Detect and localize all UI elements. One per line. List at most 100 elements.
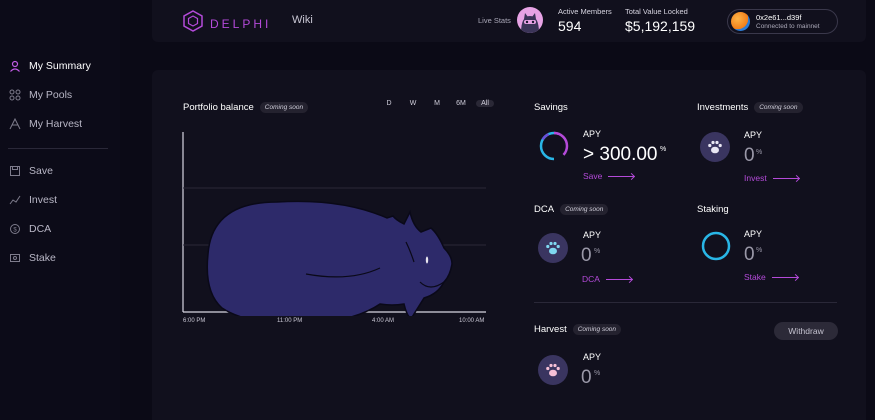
harvest-apy-value: 0 [581, 367, 592, 388]
main-panel: Portfolio balance Coming soon D W M 6M A… [152, 70, 866, 420]
sidebar-divider [8, 148, 108, 149]
dca-icon: $ [8, 222, 22, 236]
staking-apy-value: 0 [744, 244, 755, 265]
portfolio-title: Portfolio balance Coming soon [183, 102, 309, 113]
wallet-network: Connected to mainnet [756, 22, 820, 30]
delphi-logo[interactable]: DELPHI [182, 10, 271, 37]
sleeping-cat-illustration [206, 200, 453, 325]
harvest-title: Harvest Coming soon [534, 324, 622, 335]
avatar[interactable] [517, 7, 543, 33]
active-members-stat: Active Members 594 [558, 7, 612, 34]
sidebar-item-label: My Harvest [29, 118, 83, 130]
coming-soon-badge: Coming soon [572, 324, 622, 335]
arrow-right-icon [608, 175, 635, 177]
arrow-right-icon [605, 278, 632, 280]
dca-apy-value: 0 [581, 245, 592, 266]
live-stats-label: Live Stats [478, 16, 511, 25]
staking-title: Staking [697, 204, 729, 215]
sidebar-item-save[interactable]: Save [8, 161, 53, 181]
investments-apy-value: 0 [744, 145, 755, 166]
top-header: DELPHI Wiki Live Stats Active Members 59… [152, 0, 866, 42]
wiki-link[interactable]: Wiki [292, 14, 313, 26]
dca-button[interactable]: DCA [582, 274, 632, 284]
timeframe-all[interactable]: All [476, 100, 494, 107]
savings-title-text: Savings [534, 102, 568, 113]
coming-soon-badge: Coming soon [259, 102, 309, 113]
tvl-stat: Total Value Locked $5,192,159 [625, 7, 695, 34]
sidebar: My Summary My Pools My Harvest Save Inve… [0, 0, 120, 420]
invest-button[interactable]: Invest [744, 173, 799, 183]
timeframe-d[interactable]: D [377, 100, 401, 107]
savings-apy-label: APY [583, 129, 602, 139]
sidebar-item-my-harvest[interactable]: My Harvest [8, 114, 82, 134]
stake-icon [8, 251, 22, 265]
arrow-right-icon [772, 177, 799, 179]
sidebar-item-label: Stake [29, 252, 56, 264]
sidebar-item-label: Invest [29, 194, 58, 206]
save-button[interactable]: Save [583, 171, 635, 181]
tvl-value: $5,192,159 [625, 18, 696, 34]
dca-title: DCA Coming soon [534, 204, 609, 215]
active-members-value: 594 [558, 18, 582, 34]
harvest-pct: % [594, 370, 601, 377]
app-root: My Summary My Pools My Harvest Save Inve… [0, 0, 875, 420]
hexagon-logo-icon [182, 10, 204, 37]
paw-icon [700, 132, 730, 162]
invest-button-label: Invest [744, 173, 767, 183]
savings-apy-value: > 300.00 [583, 144, 658, 165]
wallet-address: 0x2e61...d39f [756, 12, 802, 22]
timeframe-selector: D W M 6M All [377, 100, 494, 107]
wallet-coin-icon [731, 12, 750, 31]
sidebar-item-my-summary[interactable]: My Summary [8, 56, 91, 76]
savings-title: Savings [534, 102, 568, 113]
stake-button[interactable]: Stake [744, 272, 798, 282]
logo-text: DELPHI [210, 16, 272, 31]
withdraw-button[interactable]: Withdraw [774, 322, 838, 340]
savings-ring-icon [538, 130, 570, 167]
dca-apy-label: APY [583, 230, 602, 240]
active-members-label: Active Members [558, 7, 612, 16]
save-button-label: Save [583, 171, 603, 181]
dca-title-text: DCA [534, 204, 555, 215]
investments-title: Investments Coming soon [697, 102, 803, 113]
paw-icon [538, 355, 568, 385]
x-tick-label: 4:00 AM [372, 318, 395, 324]
sidebar-item-dca[interactable]: $ DCA [8, 219, 51, 239]
paw-icon [538, 233, 568, 263]
investments-title-text: Investments [697, 102, 749, 113]
invest-icon [8, 193, 22, 207]
x-tick-label: 10:00 AM [459, 318, 485, 324]
arrow-right-icon [771, 276, 798, 278]
harvest-title-text: Harvest [534, 324, 567, 335]
timeframe-w[interactable]: W [401, 100, 425, 107]
staking-pct: % [756, 247, 763, 254]
sidebar-item-label: My Summary [29, 60, 91, 72]
timeframe-m[interactable]: M [425, 100, 449, 107]
harvest-icon [8, 117, 22, 131]
x-tick-label: 6:00 PM [183, 318, 206, 324]
sidebar-item-label: Save [29, 165, 53, 177]
coming-soon-badge: Coming soon [560, 204, 609, 215]
portfolio-chart [182, 132, 486, 325]
dca-button-label: DCA [582, 274, 600, 284]
sidebar-item-my-pools[interactable]: My Pools [8, 85, 72, 105]
svg-text:$: $ [13, 228, 17, 234]
pools-icon [8, 88, 22, 102]
harvest-apy-label: APY [583, 352, 602, 362]
investments-pct: % [756, 149, 763, 156]
staking-title-text: Staking [697, 204, 729, 215]
staking-apy-label: APY [744, 229, 763, 239]
investments-apy-label: APY [744, 130, 763, 140]
sidebar-item-label: My Pools [29, 89, 73, 101]
sidebar-item-stake[interactable]: Stake [8, 248, 56, 268]
stake-button-label: Stake [744, 272, 766, 282]
coming-soon-badge: Coming soon [754, 102, 803, 113]
wallet-button[interactable]: 0x2e61...d39f Connected to mainnet [727, 9, 838, 34]
sidebar-item-label: DCA [29, 223, 52, 235]
sidebar-item-invest[interactable]: Invest [8, 190, 57, 210]
timeframe-6m[interactable]: 6M [449, 100, 473, 107]
savings-pct: % [660, 146, 667, 153]
staking-ring-icon [700, 230, 732, 267]
dca-pct: % [594, 248, 601, 255]
save-icon [8, 164, 22, 178]
